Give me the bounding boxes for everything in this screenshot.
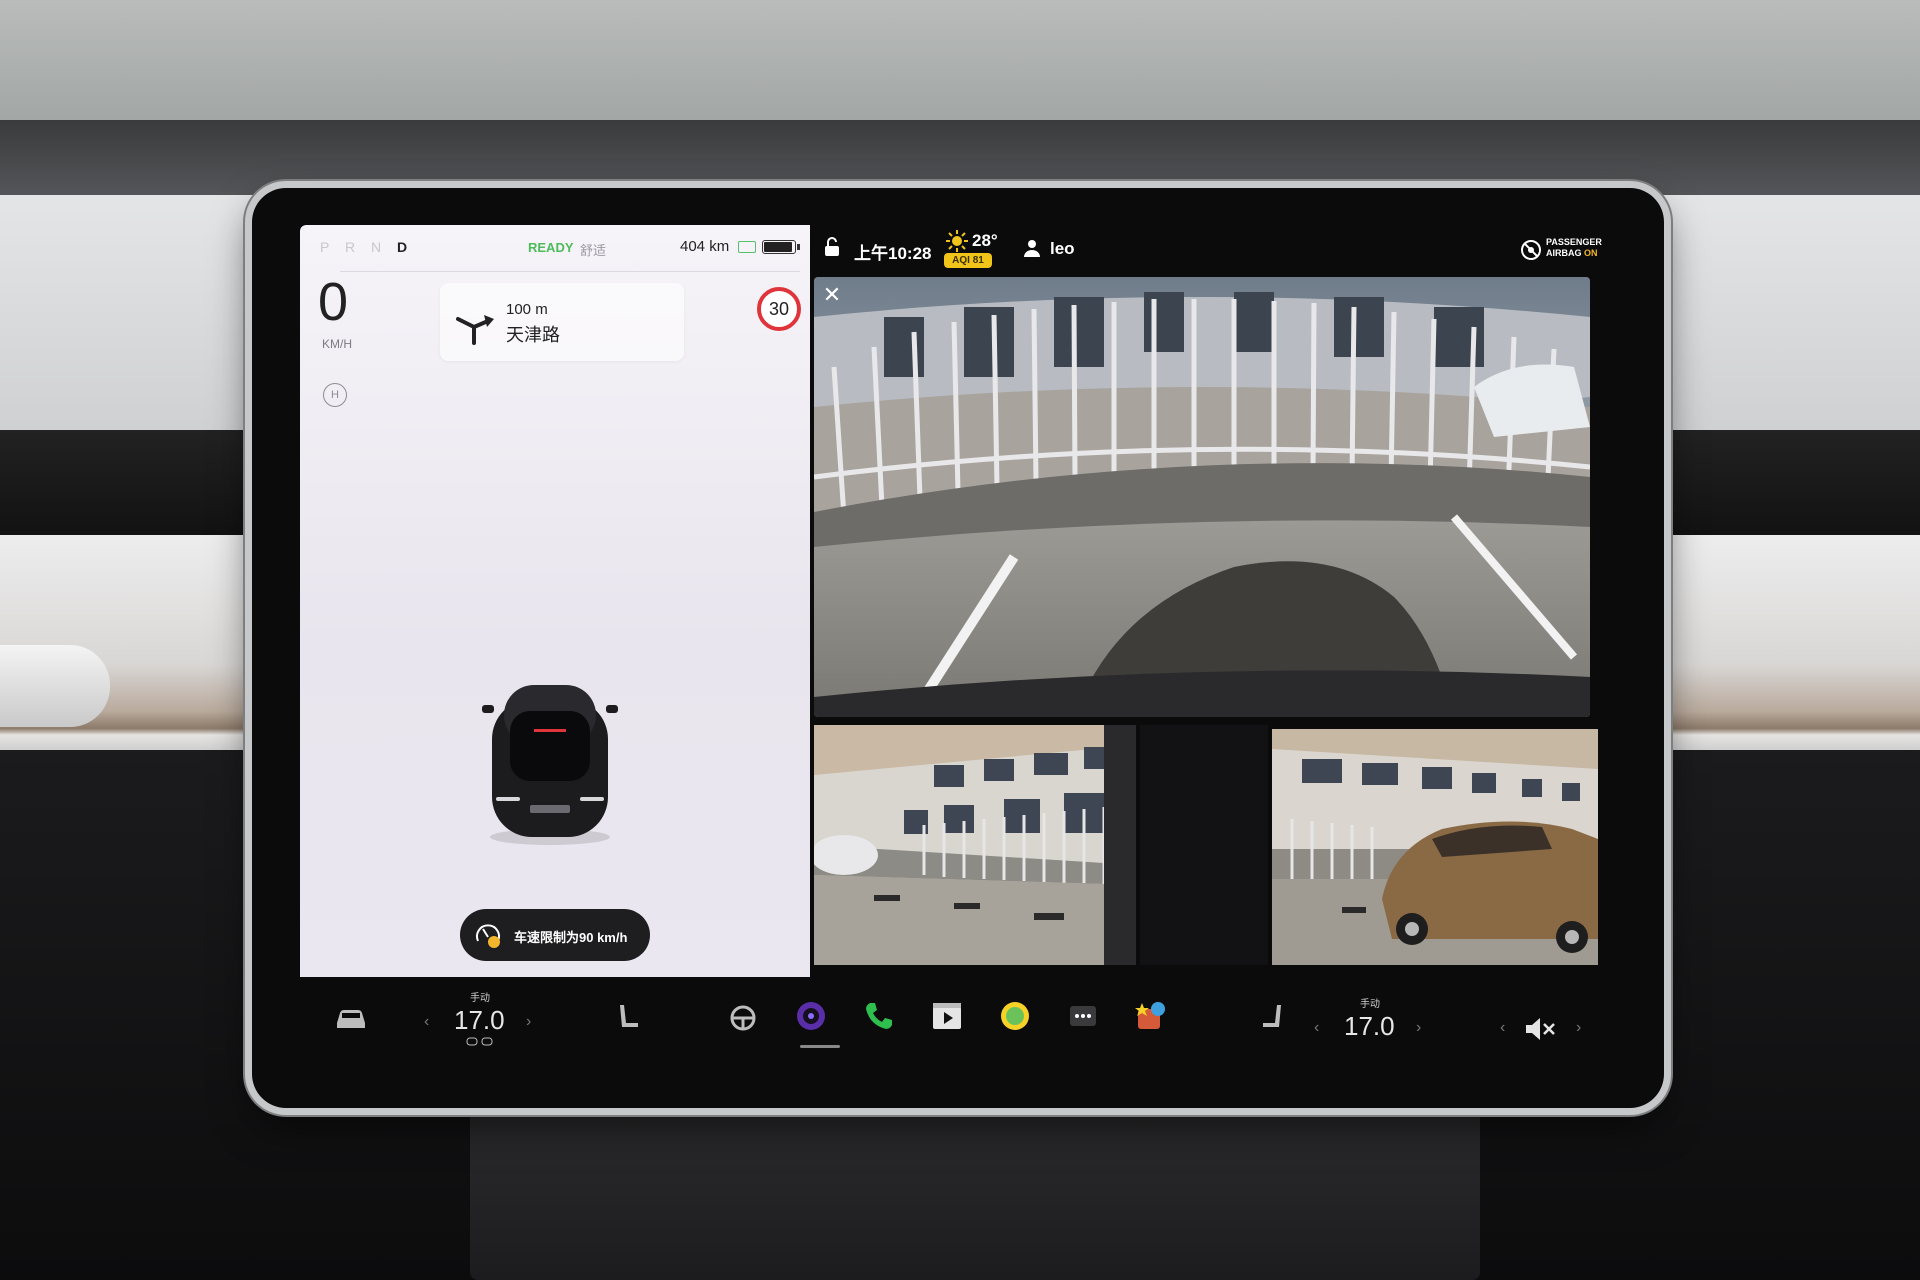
nav-road-name: 天津路 — [506, 325, 560, 345]
driver-climate-control[interactable]: 手动 ‹ 17.0 › — [410, 989, 550, 1059]
gear-inactive: P R N — [320, 239, 388, 255]
passenger-temp-decrease[interactable]: ‹ — [1314, 1019, 1319, 1037]
driving-panel[interactable]: P R N D READY 舒适 404 km 0 KM/H H 100 m 天… — [300, 225, 810, 977]
airbag-on: ON — [1584, 248, 1598, 258]
volume-mute-icon[interactable] — [1524, 1015, 1558, 1043]
windshield-background — [0, 0, 1920, 140]
aqi-badge: AQI 81 — [944, 253, 992, 268]
rear-camera-image — [814, 277, 1590, 717]
unlock-icon[interactable] — [824, 237, 840, 257]
games-icon[interactable] — [1134, 999, 1168, 1033]
close-camera-button[interactable]: ✕ — [820, 283, 844, 307]
auto-hold-icon: H — [323, 383, 347, 407]
volume-increase[interactable]: › — [1576, 1019, 1581, 1037]
gear-active: D — [396, 239, 408, 255]
ready-status: READY — [528, 240, 574, 255]
camera-gap — [1140, 725, 1268, 965]
divider — [340, 271, 800, 272]
driver-temp-increase[interactable]: › — [526, 1013, 531, 1031]
turn-right-icon — [456, 315, 494, 345]
rear-camera-view[interactable] — [814, 277, 1590, 717]
airbag-label-2: AIRBAG — [1546, 248, 1584, 258]
volume-decrease[interactable]: ‹ — [1500, 1019, 1505, 1037]
right-repeater-camera-view[interactable] — [1272, 729, 1598, 965]
left-repeater-camera-view[interactable] — [814, 725, 1136, 965]
steering-heater-icon[interactable] — [726, 1001, 760, 1035]
toybox-icon[interactable] — [998, 999, 1032, 1033]
driver-temp-decrease[interactable]: ‹ — [424, 1013, 429, 1031]
car-icon[interactable] — [334, 1001, 368, 1035]
driver-climate-mode: 手动 — [470, 993, 490, 1004]
airbag-label: PASSENGER — [1546, 237, 1602, 247]
speed-limit-sign: 30 — [757, 287, 801, 331]
driver-profile[interactable]: leo — [1050, 239, 1075, 259]
nav-distance: 100 m — [506, 301, 548, 318]
vehicle-icon — [482, 685, 618, 845]
drive-mode: 舒适 — [580, 243, 607, 258]
outside-temperature: 28° — [972, 231, 998, 250]
right-seat-heater-icon[interactable] — [1255, 1001, 1289, 1035]
right-camera-image — [1272, 729, 1598, 965]
sun-icon — [946, 230, 968, 252]
door-handle — [0, 645, 110, 727]
speed-limit-notice-text: 车速限制为90 km/h — [514, 930, 628, 945]
passenger-temp: 17.0 — [1344, 1011, 1395, 1041]
speed-limit-mode-icon — [476, 924, 500, 948]
passenger-climate-mode: 手动 — [1360, 999, 1380, 1010]
navigation-card[interactable]: 100 m 天津路 — [440, 283, 684, 361]
battery-icon — [762, 240, 800, 254]
left-camera-image — [814, 725, 1136, 965]
status-bar: 上午10:28 28° AQI 81 leo PASSENGER AIRBAG … — [810, 225, 1614, 275]
active-app-indicator — [800, 1045, 840, 1048]
center-console — [470, 1100, 1480, 1280]
left-seat-heater-icon[interactable] — [612, 1001, 646, 1035]
fan-icon — [466, 1037, 493, 1046]
range-readout: 404 km — [680, 238, 730, 255]
speed-unit: KM/H — [322, 337, 352, 351]
touchscreen: P R N D READY 舒适 404 km 0 KM/H H 100 m 天… — [300, 225, 1614, 1065]
speed-readout: 0 — [318, 272, 349, 332]
camera-app-icon[interactable] — [794, 999, 828, 1033]
user-icon[interactable] — [1024, 239, 1040, 257]
volume-control[interactable]: ‹ › — [1500, 995, 1600, 1055]
media-player-icon[interactable] — [930, 999, 964, 1033]
passenger-temp-increase[interactable]: › — [1416, 1019, 1421, 1037]
clock: 上午10:28 — [854, 244, 932, 263]
more-apps-icon[interactable] — [1066, 999, 1100, 1033]
phone-icon[interactable] — [862, 999, 896, 1033]
passenger-climate-control[interactable]: 手动 ‹ 17.0 › — [1300, 995, 1440, 1055]
charging-icon — [738, 241, 756, 253]
bottom-dock: 手动 ‹ 17.0 › 手动 ‹ 17.0 › ‹ › — [300, 977, 1614, 1065]
driver-temp: 17.0 — [454, 1005, 505, 1035]
passenger-airbag-status: PASSENGER AIRBAG ON — [1546, 237, 1602, 259]
gear-selector: P R N D — [320, 239, 407, 255]
airbag-icon — [1521, 240, 1541, 260]
speed-limit-notice[interactable]: 车速限制为90 km/h — [460, 909, 650, 961]
